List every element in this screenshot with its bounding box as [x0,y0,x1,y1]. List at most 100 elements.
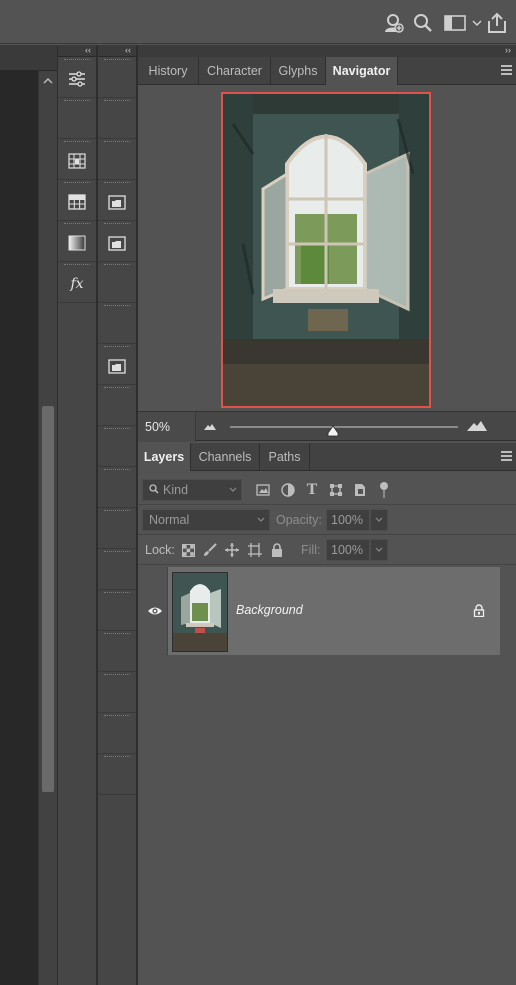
tab-character[interactable]: Character [199,57,271,85]
dock-collapse-button[interactable]: ‹‹ [58,45,96,57]
dock-slot[interactable] [58,221,96,262]
dock-grip[interactable] [104,715,130,719]
vertical-scrollbar[interactable] [38,71,57,985]
dock-grip[interactable] [104,551,130,555]
dock-grip[interactable] [64,100,90,104]
dock-slot[interactable] [98,221,136,262]
tab-history[interactable]: History [138,57,199,85]
layer-kind-filter[interactable]: Kind [142,479,242,501]
chevron-down-icon[interactable] [471,12,483,34]
scrollbar-thumb[interactable] [42,406,54,792]
blend-mode-dropdown[interactable]: Normal [142,509,270,531]
panel-expand-button[interactable]: ›› [138,45,516,57]
dock-grip[interactable] [64,59,90,63]
dock-grip[interactable] [104,264,130,268]
chevron-down-icon [257,516,265,524]
zoom-in-icon[interactable] [467,420,487,432]
fx-label: fx [70,276,84,292]
folder-icon[interactable] [105,233,129,253]
dock-slot[interactable] [98,344,136,385]
zoom-slider-thumb[interactable] [327,425,339,437]
dock-grip[interactable] [64,264,90,268]
gradient-icon[interactable] [65,233,89,253]
navigator-preview[interactable] [221,92,431,408]
dock-grip[interactable] [104,182,130,186]
layer-row-background[interactable]: Background [138,567,500,655]
dock-grip[interactable] [104,674,130,678]
tab-layers[interactable]: Layers [138,443,191,472]
chevron-down-icon [375,516,383,524]
dock-grip[interactable] [104,223,130,227]
dock-grip[interactable] [104,59,130,63]
fill-input[interactable]: 100% [326,539,370,561]
visibility-eye-icon[interactable] [147,605,163,617]
dock-collapse-button[interactable]: ‹‹ [98,45,136,57]
dock-grip[interactable] [104,387,130,391]
dock-grip[interactable] [104,510,130,514]
folder-icon[interactable] [105,192,129,212]
tab-navigator[interactable]: Navigator [326,57,398,86]
zoom-value-field[interactable]: 50% [138,412,196,442]
panel-menu-icon[interactable] [501,65,512,76]
opacity-label: Opacity: [276,513,322,527]
lock-move-icon[interactable] [224,542,240,558]
dock-grip[interactable] [64,223,90,227]
image-filter-icon[interactable] [255,482,271,498]
layer-name[interactable]: Background [236,603,303,617]
lock-paint-icon[interactable] [202,542,218,558]
smart-object-filter-icon[interactable] [352,482,368,498]
dock-slot[interactable] [58,180,96,221]
user-add-icon[interactable] [383,12,405,34]
scroll-up-arrow-icon[interactable] [43,77,53,87]
table-grid-icon[interactable] [65,192,89,212]
dock-grip[interactable] [104,756,130,760]
dock-grip[interactable] [104,469,130,473]
dock-grip[interactable] [104,141,130,145]
share-icon[interactable] [486,12,508,34]
opacity-dropdown-button[interactable] [370,509,388,531]
adjustment-filter-icon[interactable] [280,482,296,498]
type-filter-icon[interactable]: T [304,482,320,498]
tab-channels[interactable]: Channels [191,443,260,471]
dock-slot[interactable] [98,180,136,221]
navigator-zoom-bar: 50% [138,411,516,442]
dock-grip[interactable] [104,100,130,104]
lock-artboard-icon[interactable] [247,542,263,558]
dock-grip[interactable] [104,592,130,596]
layer-filter-row: Kind T [138,475,516,505]
tab-paths[interactable]: Paths [260,443,310,471]
adjustments-icon[interactable] [65,69,89,89]
dock-slot [98,590,136,631]
zoom-out-icon[interactable] [204,423,216,431]
zoom-slider-track[interactable] [230,426,458,428]
fill-dropdown-button[interactable] [370,539,388,561]
workspace-icon[interactable] [443,12,467,34]
dock-grip[interactable] [104,346,130,350]
opacity-input[interactable]: 100% [326,509,370,531]
tab-glyphs[interactable]: Glyphs [271,57,326,85]
panel-area: ›› History Character Glyphs Navigator 50… [137,45,516,985]
dock-slot[interactable]: fx [58,262,96,303]
search-icon[interactable] [412,12,434,34]
dock-grip[interactable] [64,182,90,186]
layer-thumbnail[interactable] [172,572,228,652]
chevron-down-icon [229,486,237,494]
histogram-grid-icon[interactable] [65,151,89,171]
dock-grip[interactable] [104,633,130,637]
dock-grip[interactable] [104,428,130,432]
blend-mode-row: Normal Opacity: 100% [138,505,516,535]
panel-menu-icon[interactable] [501,451,512,462]
lock-transparent-icon[interactable] [180,542,196,558]
dock-slot[interactable] [58,139,96,180]
dock-slot [98,713,136,754]
dock-slot[interactable] [58,57,96,98]
lock-all-icon[interactable] [269,542,285,558]
lock-icon[interactable] [473,604,485,617]
dock-grip[interactable] [104,305,130,309]
panel-dock-column-1: ‹‹ fx [57,45,97,985]
dock-grip[interactable] [64,141,90,145]
shape-filter-icon[interactable] [328,482,344,498]
fx-icon[interactable]: fx [65,274,89,294]
folder-icon[interactable] [105,356,129,376]
toggle-filter-icon[interactable] [376,482,392,498]
